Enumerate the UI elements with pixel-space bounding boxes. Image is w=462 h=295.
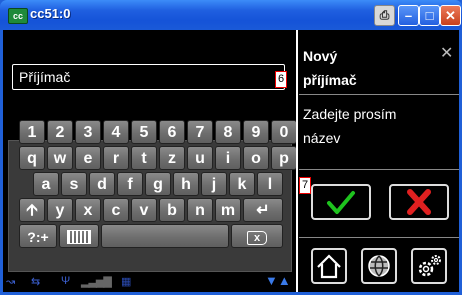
prompt-line1: Zadejte prosím	[303, 106, 397, 122]
backspace-key[interactable]: x	[231, 224, 283, 248]
key-o[interactable]: o	[243, 146, 269, 170]
network-icon: ▦	[121, 276, 132, 288]
checkmark-icon	[327, 191, 355, 214]
key-r[interactable]: r	[103, 146, 129, 170]
printer-icon[interactable]: ⎙	[374, 5, 395, 26]
status-bar: ↝ ⇆ Ψ ▂▃▅▇ ▦ ▼▲	[3, 273, 295, 292]
key-c[interactable]: c	[103, 198, 129, 222]
app-window: cc cc51:0 ⎙ – □ ✕ Příjímač 6 1234567890q…	[0, 0, 462, 295]
connection-icon: ↝	[6, 276, 16, 288]
app-icon: cc	[8, 8, 28, 24]
symbols-key[interactable]: ?:+	[19, 224, 57, 248]
key-y[interactable]: y	[47, 198, 73, 222]
shift-arrow-up-icon: 🡩	[26, 202, 38, 219]
key-d[interactable]: d	[89, 172, 115, 196]
key-6[interactable]: 6	[159, 120, 185, 144]
button-marker: 7	[299, 177, 311, 194]
key-z[interactable]: z	[159, 146, 185, 170]
key-7[interactable]: 7	[187, 120, 213, 144]
key-n[interactable]: n	[187, 198, 213, 222]
keyboard-switch-key[interactable]	[59, 224, 99, 248]
key-q[interactable]: q	[19, 146, 45, 170]
red-x-icon	[407, 189, 431, 215]
key-l[interactable]: l	[257, 172, 283, 196]
key-4[interactable]: 4	[103, 120, 129, 144]
enter-key[interactable]: ↵	[243, 198, 283, 222]
panel-divider	[296, 30, 298, 292]
key-x[interactable]: x	[75, 198, 101, 222]
key-3[interactable]: 3	[75, 120, 101, 144]
key-w[interactable]: w	[47, 146, 73, 170]
key-j[interactable]: j	[201, 172, 227, 196]
dialog-panel: Nový příjímač ✕ Zadejte prosím název 7	[299, 30, 459, 292]
shift-key[interactable]: 🡩	[19, 198, 45, 222]
device-screen: Příjímač 6 1234567890qwertzuiopasdfghjkl…	[3, 30, 459, 292]
recipient-name-input[interactable]: Příjímač 6	[12, 64, 287, 90]
prompt-line2: název	[303, 130, 341, 146]
scroll-indicator-icon: ▼▲	[265, 273, 291, 288]
field-marker: 6	[275, 71, 287, 88]
close-button[interactable]: ✕	[440, 5, 461, 26]
home-button[interactable]	[311, 248, 347, 284]
window-title: cc51:0	[30, 6, 71, 21]
close-icon[interactable]: ✕	[440, 43, 453, 63]
globe-icon	[368, 255, 390, 277]
cancel-button[interactable]	[389, 184, 449, 220]
divider	[299, 169, 459, 170]
key-v[interactable]: v	[131, 198, 157, 222]
divider	[299, 237, 459, 238]
settings-button[interactable]	[411, 248, 447, 284]
title-bar[interactable]: cc cc51:0 ⎙ – □ ✕	[0, 0, 462, 30]
gear-icon	[418, 255, 441, 277]
key-a[interactable]: a	[33, 172, 59, 196]
backspace-icon: x	[246, 231, 268, 245]
key-k[interactable]: k	[229, 172, 255, 196]
key-0[interactable]: 0	[271, 120, 297, 144]
key-8[interactable]: 8	[215, 120, 241, 144]
key-i[interactable]: i	[215, 146, 241, 170]
enter-arrow-icon: ↵	[256, 202, 270, 219]
key-s[interactable]: s	[61, 172, 87, 196]
key-9[interactable]: 9	[243, 120, 269, 144]
maximize-button[interactable]: □	[419, 5, 440, 26]
key-m[interactable]: m	[215, 198, 241, 222]
dialog-title-line1: Nový	[303, 48, 338, 64]
key-f[interactable]: f	[117, 172, 143, 196]
globe-button[interactable]	[361, 248, 397, 284]
arrows-icon: ⇆	[31, 276, 41, 288]
key-t[interactable]: t	[131, 146, 157, 170]
minimize-button[interactable]: –	[398, 5, 419, 26]
confirm-button[interactable]	[311, 184, 371, 220]
key-g[interactable]: g	[145, 172, 171, 196]
key-u[interactable]: u	[187, 146, 213, 170]
keyboard-icon	[67, 230, 91, 244]
key-2[interactable]: 2	[47, 120, 73, 144]
home-icon	[317, 254, 341, 279]
recipient-name-value: Příjímač	[19, 69, 71, 85]
antenna-icon: Ψ	[61, 275, 71, 287]
keyboard-panel: Příjímač 6 1234567890qwertzuiopasdfghjkl…	[3, 30, 297, 292]
divider	[299, 94, 459, 95]
space-key[interactable]	[101, 224, 229, 248]
key-p[interactable]: p	[271, 146, 297, 170]
dialog-title-line2: příjímač	[303, 72, 357, 88]
key-1[interactable]: 1	[19, 120, 45, 144]
key-5[interactable]: 5	[131, 120, 157, 144]
key-e[interactable]: e	[75, 146, 101, 170]
key-h[interactable]: h	[173, 172, 199, 196]
signal-bars-icon: ▂▃▅▇	[81, 276, 112, 288]
key-b[interactable]: b	[159, 198, 185, 222]
